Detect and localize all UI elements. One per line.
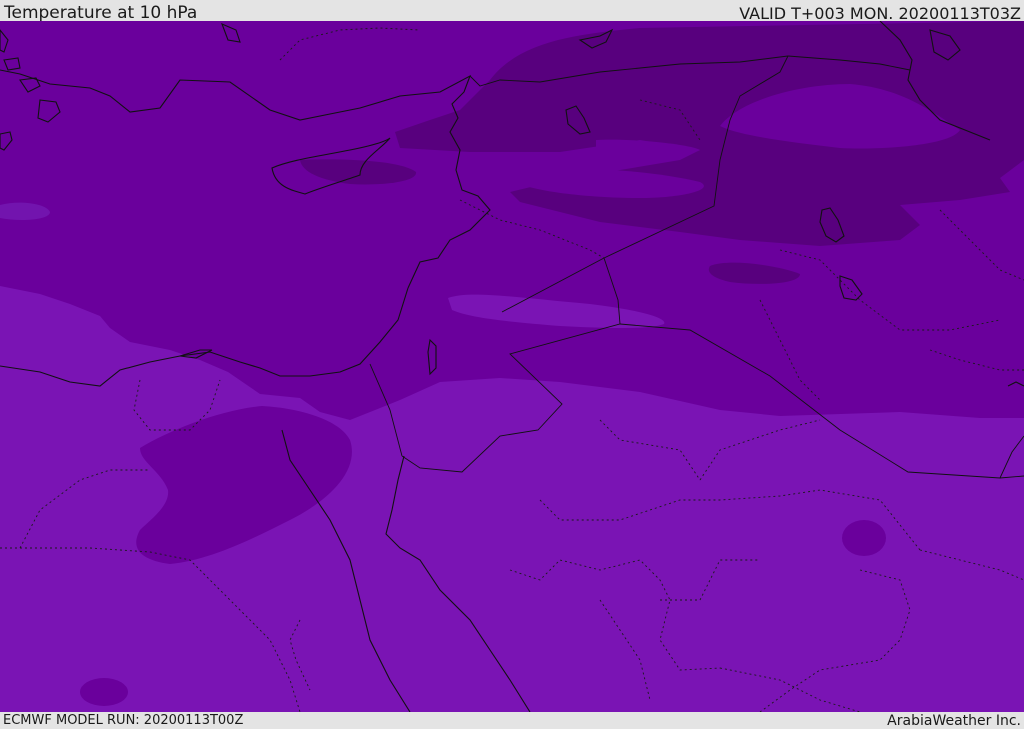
temp-band-mid-patch-sudan [80,678,128,706]
model-run-label: ECMWF MODEL RUN: 20200113T00Z [3,713,244,728]
credit-label: ArabiaWeather Inc. [887,713,1021,729]
weather-map-frame: Temperature at 10 hPa VALID T+003 MON. 2… [0,0,1024,729]
footer-bar: ECMWF MODEL RUN: 20200113T00Z ArabiaWeat… [0,712,1024,729]
map-title: Temperature at 10 hPa [4,3,198,23]
temp-band-mid-patch-saudi [842,520,886,556]
map-canvas [0,21,1024,712]
header-bar: Temperature at 10 hPa VALID T+003 MON. 2… [0,0,1024,23]
